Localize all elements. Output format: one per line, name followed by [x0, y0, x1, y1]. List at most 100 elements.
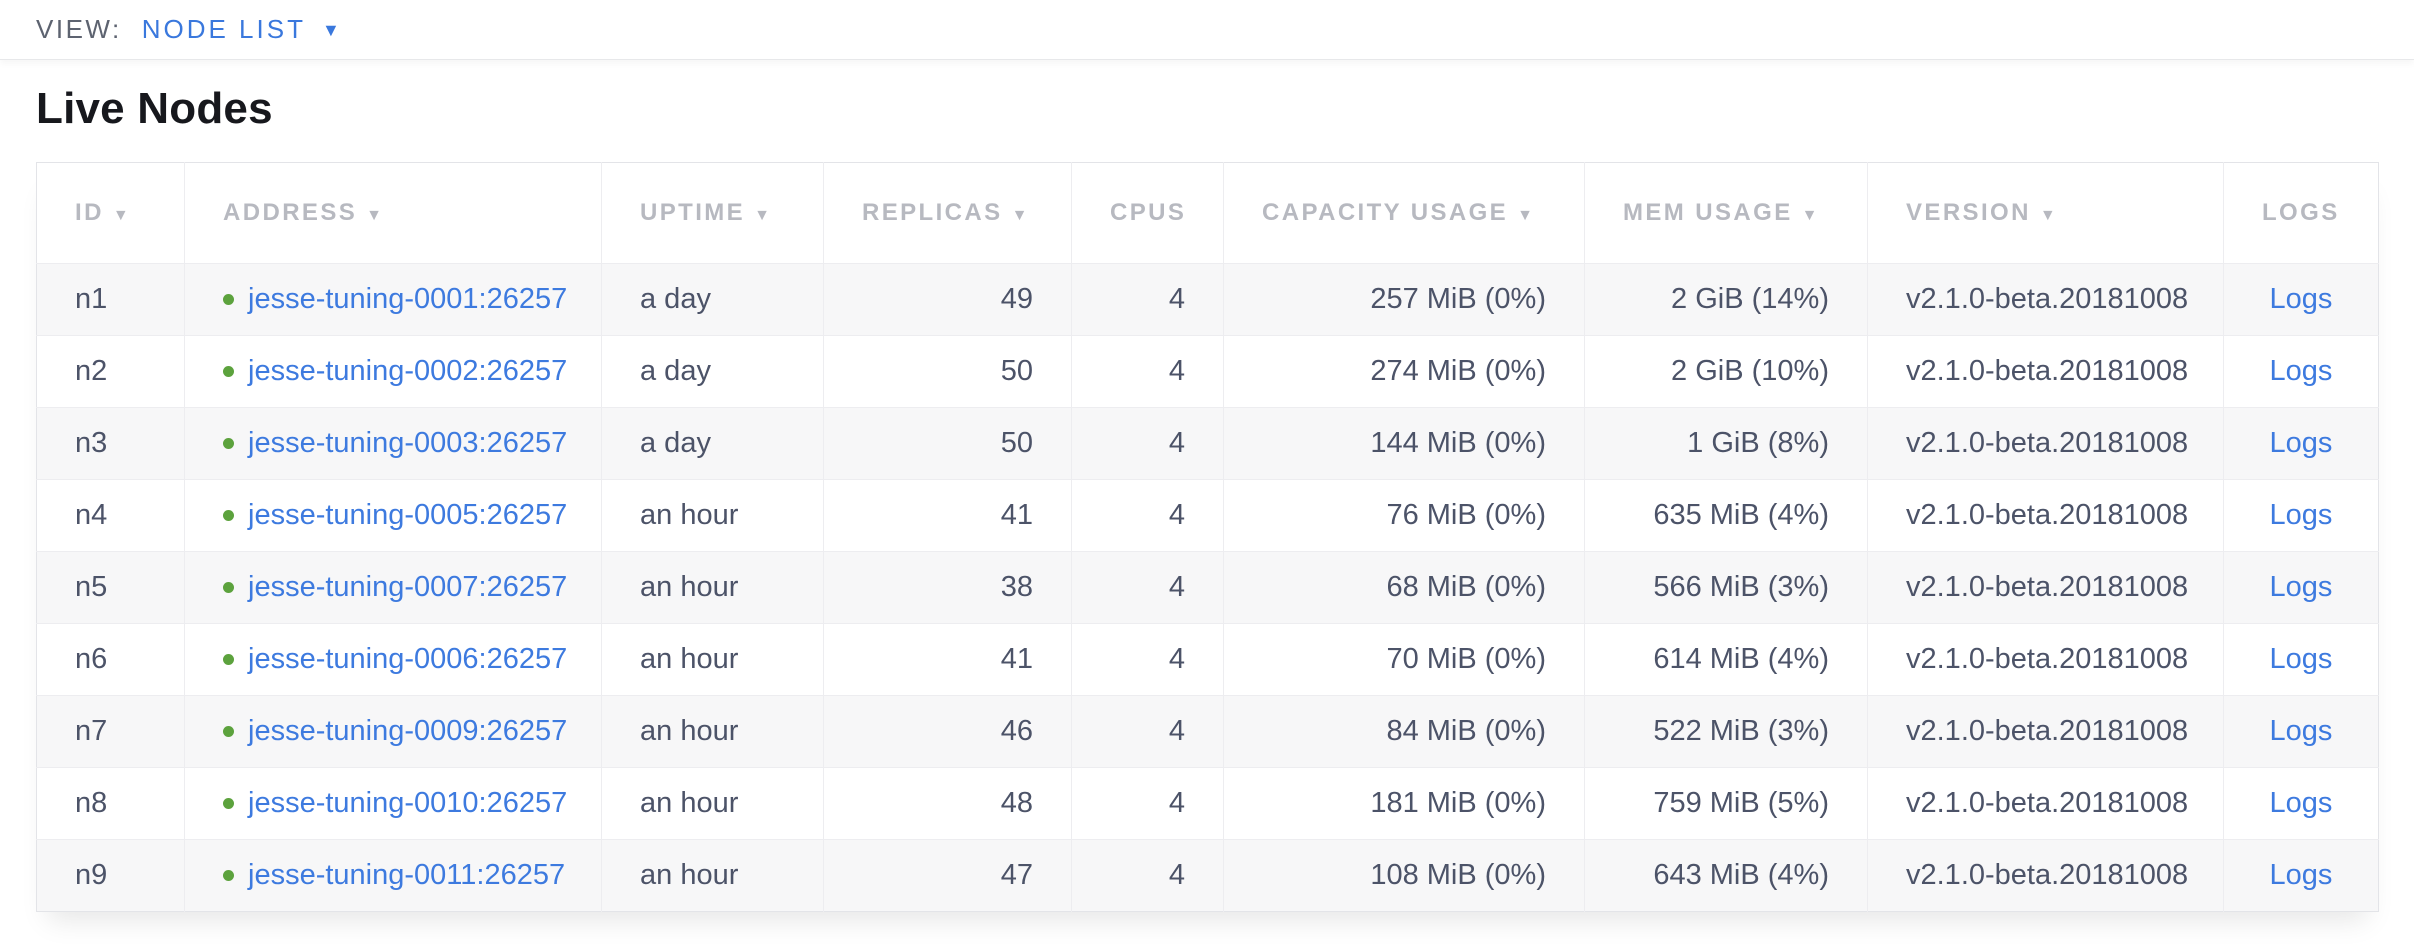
cell-id: n7 [37, 695, 185, 767]
cell-capacity: 70 MiB (0%) [1224, 623, 1585, 695]
column-header-mem[interactable]: MEM USAGE▼ [1585, 162, 1868, 263]
logs-link[interactable]: Logs [2270, 427, 2333, 459]
cell-logs: Logs [2224, 695, 2379, 767]
cell-logs: Logs [2224, 623, 2379, 695]
column-header-label: CPUS [1110, 199, 1186, 226]
sort-desc-icon: ▼ [1012, 207, 1030, 224]
logs-link[interactable]: Logs [2270, 715, 2333, 747]
logs-link[interactable]: Logs [2270, 283, 2333, 315]
cell-cpus: 4 [1072, 839, 1224, 911]
logs-link[interactable]: Logs [2270, 787, 2333, 819]
cell-cpus: 4 [1072, 623, 1224, 695]
cell-version: v2.1.0-beta.20181008 [1868, 839, 2224, 911]
address-cell-content: jesse-tuning-0002:26257 [223, 355, 563, 388]
cell-mem: 759 MiB (5%) [1585, 767, 1868, 839]
node-address-link[interactable]: jesse-tuning-0002:26257 [248, 355, 567, 388]
table-header-row: ID▼ADDRESS▼UPTIME▼REPLICAS▼CPUSCAPACITY … [37, 162, 2379, 263]
table-row: n3jesse-tuning-0003:26257a day504144 MiB… [37, 407, 2379, 479]
sort-desc-icon: ▼ [366, 207, 384, 224]
column-header-logs: LOGS [2224, 162, 2379, 263]
live-status-dot-icon [223, 798, 234, 809]
node-address-link[interactable]: jesse-tuning-0009:26257 [248, 715, 567, 748]
live-nodes-table: ID▼ADDRESS▼UPTIME▼REPLICAS▼CPUSCAPACITY … [36, 162, 2379, 912]
cell-logs: Logs [2224, 839, 2379, 911]
dropdown-caret-icon: ▼ [322, 20, 343, 41]
column-header-replicas[interactable]: REPLICAS▼ [824, 162, 1072, 263]
cell-cpus: 4 [1072, 695, 1224, 767]
sort-desc-icon: ▼ [2040, 207, 2058, 224]
cell-version: v2.1.0-beta.20181008 [1868, 695, 2224, 767]
node-address-link[interactable]: jesse-tuning-0001:26257 [248, 283, 567, 316]
cell-replicas: 49 [824, 263, 1072, 335]
cell-address: jesse-tuning-0006:26257 [185, 623, 602, 695]
node-address-link[interactable]: jesse-tuning-0011:26257 [248, 859, 565, 892]
live-status-dot-icon [223, 654, 234, 665]
cell-mem: 635 MiB (4%) [1585, 479, 1868, 551]
cell-address: jesse-tuning-0001:26257 [185, 263, 602, 335]
view-label: VIEW: [36, 14, 122, 45]
address-cell-content: jesse-tuning-0001:26257 [223, 283, 563, 316]
logs-link[interactable]: Logs [2270, 355, 2333, 387]
cell-id: n3 [37, 407, 185, 479]
column-header-label: CAPACITY USAGE [1262, 199, 1508, 226]
cell-mem: 2 GiB (14%) [1585, 263, 1868, 335]
column-header-label: ID [75, 199, 104, 226]
column-header-label: MEM USAGE [1623, 199, 1793, 226]
cell-uptime: an hour [602, 623, 824, 695]
column-header-label: UPTIME [640, 199, 745, 226]
cell-cpus: 4 [1072, 263, 1224, 335]
table-row: n2jesse-tuning-0002:26257a day504274 MiB… [37, 335, 2379, 407]
logs-link[interactable]: Logs [2270, 643, 2333, 675]
logs-link[interactable]: Logs [2270, 571, 2333, 603]
cell-id: n6 [37, 623, 185, 695]
view-selector-dropdown[interactable]: NODE LIST ▼ [142, 14, 343, 45]
node-address-link[interactable]: jesse-tuning-0007:26257 [248, 571, 567, 604]
live-status-dot-icon [223, 510, 234, 521]
column-header-capacity[interactable]: CAPACITY USAGE ▼ [1224, 162, 1585, 263]
cell-capacity: 181 MiB (0%) [1224, 767, 1585, 839]
cell-uptime: an hour [602, 695, 824, 767]
column-header-label: ADDRESS [223, 199, 357, 226]
cell-version: v2.1.0-beta.20181008 [1868, 335, 2224, 407]
logs-link[interactable]: Logs [2270, 859, 2333, 891]
cell-address: jesse-tuning-0005:26257 [185, 479, 602, 551]
cell-replicas: 48 [824, 767, 1072, 839]
cell-capacity: 68 MiB (0%) [1224, 551, 1585, 623]
cell-version: v2.1.0-beta.20181008 [1868, 551, 2224, 623]
cell-address: jesse-tuning-0002:26257 [185, 335, 602, 407]
cell-address: jesse-tuning-0003:26257 [185, 407, 602, 479]
sort-desc-icon: ▼ [1517, 207, 1535, 224]
node-address-link[interactable]: jesse-tuning-0006:26257 [248, 643, 567, 676]
cell-id: n2 [37, 335, 185, 407]
table-row: n5jesse-tuning-0007:26257an hour38468 Mi… [37, 551, 2379, 623]
view-selected-value: NODE LIST [142, 14, 306, 45]
logs-link[interactable]: Logs [2270, 499, 2333, 531]
column-header-version[interactable]: VERSION▼ [1868, 162, 2224, 263]
cell-uptime: a day [602, 335, 824, 407]
column-header-label: LOGS [2262, 199, 2340, 226]
cell-address: jesse-tuning-0009:26257 [185, 695, 602, 767]
column-header-address[interactable]: ADDRESS ▼ [185, 162, 602, 263]
address-cell-content: jesse-tuning-0009:26257 [223, 715, 563, 748]
cell-capacity: 144 MiB (0%) [1224, 407, 1585, 479]
cell-mem: 1 GiB (8%) [1585, 407, 1868, 479]
node-address-link[interactable]: jesse-tuning-0005:26257 [248, 499, 567, 532]
cell-version: v2.1.0-beta.20181008 [1868, 479, 2224, 551]
node-address-link[interactable]: jesse-tuning-0010:26257 [248, 787, 567, 820]
cell-mem: 2 GiB (10%) [1585, 335, 1868, 407]
cell-cpus: 4 [1072, 767, 1224, 839]
cell-mem: 643 MiB (4%) [1585, 839, 1868, 911]
address-cell-content: jesse-tuning-0006:26257 [223, 643, 563, 676]
cell-capacity: 76 MiB (0%) [1224, 479, 1585, 551]
column-header-uptime[interactable]: UPTIME▼ [602, 162, 824, 263]
column-header-id[interactable]: ID▼ [37, 162, 185, 263]
cell-logs: Logs [2224, 551, 2379, 623]
cell-address: jesse-tuning-0007:26257 [185, 551, 602, 623]
table-row: n8jesse-tuning-0010:26257an hour484181 M… [37, 767, 2379, 839]
address-cell-content: jesse-tuning-0011:26257 [223, 859, 563, 892]
cell-replicas: 46 [824, 695, 1072, 767]
node-address-link[interactable]: jesse-tuning-0003:26257 [248, 427, 567, 460]
table-body: n1jesse-tuning-0001:26257a day494257 MiB… [37, 263, 2379, 911]
live-status-dot-icon [223, 582, 234, 593]
cell-mem: 614 MiB (4%) [1585, 623, 1868, 695]
